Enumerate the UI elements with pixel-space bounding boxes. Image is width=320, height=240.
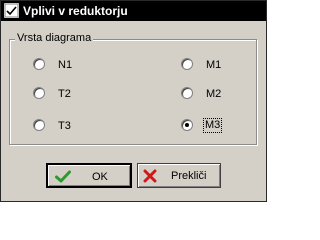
ok-label: OK xyxy=(92,171,108,183)
cancel-button[interactable]: Prekliči xyxy=(137,163,221,188)
dialog-window: Vplivi v reduktorju Vrsta diagrama N1 T2… xyxy=(0,0,267,202)
title-bar[interactable]: Vplivi v reduktorju xyxy=(1,1,266,21)
radio-label-m2[interactable]: M2 xyxy=(206,88,221,101)
radio-label-m1[interactable]: M1 xyxy=(206,59,221,72)
group-label: Vrsta diagrama xyxy=(15,31,94,45)
radio-label-n1[interactable]: N1 xyxy=(58,59,72,72)
cancel-label: Prekliči xyxy=(171,170,207,182)
radio-n1[interactable] xyxy=(33,58,45,70)
radio-t3[interactable] xyxy=(33,119,45,131)
radio-label-t2[interactable]: T2 xyxy=(58,88,71,101)
radio-label-t3[interactable]: T3 xyxy=(58,120,71,133)
radio-m3[interactable] xyxy=(181,119,193,131)
app-icon[interactable] xyxy=(4,3,19,18)
window-title: Vplivi v reduktorju xyxy=(23,4,128,18)
radio-m2[interactable] xyxy=(181,87,193,99)
ok-button[interactable]: OK xyxy=(46,163,132,188)
radio-label-m3[interactable]: M3 xyxy=(202,118,223,133)
radio-m1[interactable] xyxy=(181,58,193,70)
radio-t2[interactable] xyxy=(33,87,45,99)
check-icon xyxy=(55,170,71,186)
x-icon xyxy=(143,169,157,186)
